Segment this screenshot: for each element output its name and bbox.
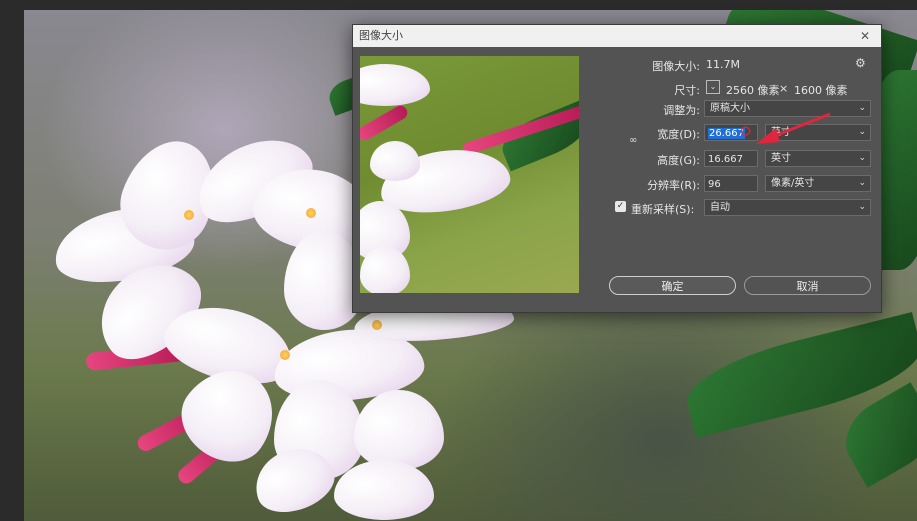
flower-petal [370,141,420,181]
fit-to-select[interactable]: 原稿大小 ⌄ [704,100,871,117]
flower-petal [334,460,434,520]
flower-center [184,210,194,220]
fit-to-label: 调整为: [663,104,700,117]
gear-icon[interactable]: ⚙ [855,56,866,70]
resample-select[interactable]: 自动 ⌄ [704,199,871,216]
resample-checkbox[interactable]: ✓ [615,201,626,212]
chevron-down-icon: ⌄ [858,153,866,163]
dimensions-width: 2560 像素 [726,84,780,97]
resolution-value: 96 [708,179,721,190]
flower-bud [360,103,410,143]
fit-to-value: 原稿大小 [710,103,750,114]
flower-petal [354,390,444,470]
flower-petal [360,64,430,106]
chevron-down-icon: ⌄ [858,202,866,212]
flower-center [306,208,316,218]
width-value: 26.667 [708,128,745,139]
height-label: 高度(G): [657,154,700,167]
width-unit: 英寸 [771,127,791,138]
width-input[interactable]: 26.667 [704,124,758,141]
dialog-title: 图像大小 [359,29,403,42]
chevron-down-icon: ⌄ [858,127,866,137]
image-size-dialog: 图像大小 ✕ 图像大小: 11.7M ⚙ 尺寸: ⌄ 2560 像素 × 160… [352,24,882,313]
resolution-label: 分辨率(R): [647,179,700,192]
dimensions-label: 尺寸: [674,84,700,97]
close-icon[interactable]: ✕ [857,25,873,47]
image-size-label: 图像大小: [652,60,700,73]
height-unit-select[interactable]: 英寸 ⌄ [765,150,871,167]
height-value: 16.667 [708,154,743,165]
height-unit: 英寸 [771,153,791,164]
cancel-button[interactable]: 取消 [744,276,871,295]
width-unit-select[interactable]: 英寸 ⌄ [765,124,871,141]
chevron-down-icon: ⌄ [858,103,866,113]
dimensions-times: × [779,82,789,95]
dialog-titlebar[interactable]: 图像大小 ✕ [353,25,881,47]
height-input[interactable]: 16.667 [704,150,758,167]
flower-center [372,320,382,330]
image-preview[interactable] [360,56,579,293]
width-label: 宽度(D): [657,128,700,141]
resample-label: 重新采样(S): [631,203,695,216]
flower-center [280,350,290,360]
ok-button[interactable]: 确定 [609,276,736,295]
chevron-down-icon[interactable]: ⌄ [706,80,720,94]
resolution-input[interactable]: 96 [704,175,758,192]
resolution-unit-select[interactable]: 像素/英寸 ⌄ [765,175,871,192]
image-size-value: 11.7M [706,58,740,71]
chevron-down-icon: ⌄ [858,178,866,188]
resample-value: 自动 [710,202,730,213]
resolution-unit: 像素/英寸 [771,178,815,189]
dimensions-height: 1600 像素 [794,84,848,97]
flower-petal [360,246,410,293]
